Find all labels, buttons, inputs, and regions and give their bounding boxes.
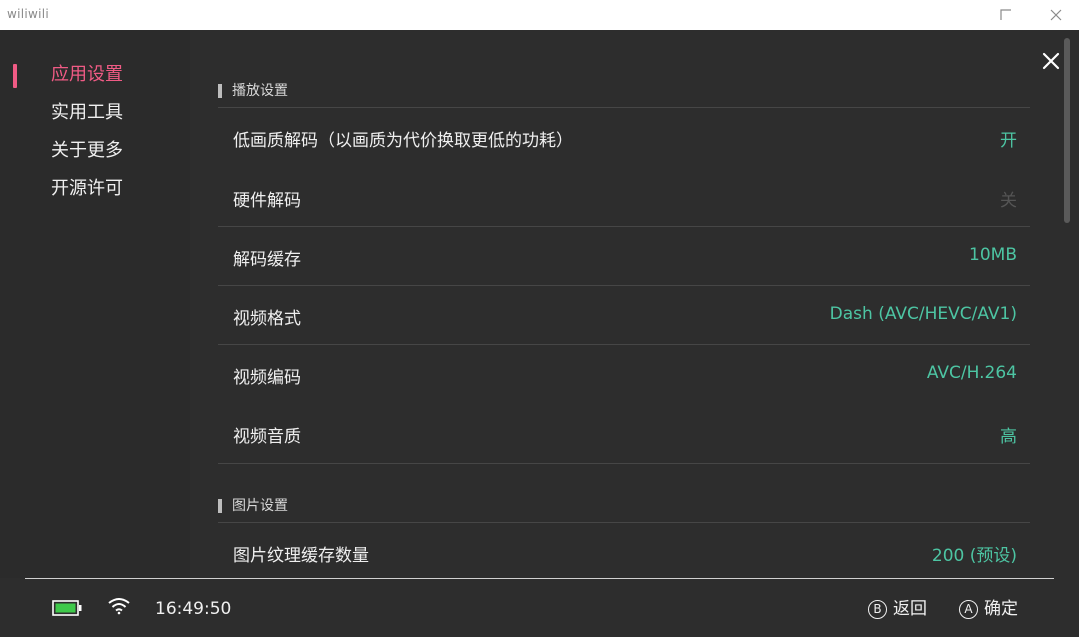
maximize-icon[interactable]	[996, 5, 1016, 25]
window-close-icon[interactable]	[1046, 5, 1066, 25]
setting-label: 低画质解码（以画质为代价换取更低的功耗）	[233, 131, 573, 151]
divider	[218, 463, 1030, 464]
footer: 16:49:50 B 返回 A 确定	[0, 579, 1079, 637]
setting-value: 200 (预设)	[931, 546, 1017, 566]
setting-row-video-codec[interactable]: 视频编码 AVC/H.264	[218, 345, 1030, 403]
setting-value: 关	[1000, 191, 1017, 211]
section-marker	[218, 499, 222, 513]
section-title: 播放设置	[232, 83, 288, 99]
setting-row-decode-cache[interactable]: 解码缓存 10MB	[218, 227, 1030, 285]
setting-value: 10MB	[969, 245, 1017, 265]
setting-row-low-quality-decode[interactable]: 低画质解码（以画质为代价换取更低的功耗） 开	[218, 108, 1030, 166]
scrollbar[interactable]	[1064, 38, 1070, 223]
window-title: wiliwili	[7, 7, 50, 21]
confirm-hint-button[interactable]: A 确定	[959, 598, 1018, 620]
setting-label: 视频编码	[233, 368, 301, 388]
app-window: 应用设置 实用工具 关于更多 开源许可 播放设置 低画质解码（以画质为代价换取更…	[0, 30, 1079, 637]
b-button-glyph: B	[868, 599, 887, 619]
clock: 16:49:50	[155, 599, 232, 619]
setting-value: Dash (AVC/HEVC/AV1)	[829, 304, 1017, 324]
confirm-label: 确定	[984, 599, 1018, 619]
sidebar-item-licenses[interactable]: 开源许可	[51, 176, 123, 202]
sidebar-item-about[interactable]: 关于更多	[51, 138, 123, 164]
back-label: 返回	[893, 599, 927, 619]
setting-value: 开	[1000, 131, 1017, 151]
sidebar-item-tools[interactable]: 实用工具	[51, 100, 123, 126]
setting-row-texture-cache[interactable]: 图片纹理缓存数量 200 (预设)	[218, 523, 1030, 578]
a-button-glyph: A	[959, 599, 978, 619]
setting-label: 硬件解码	[233, 191, 301, 211]
setting-label: 视频格式	[233, 309, 301, 329]
setting-label: 图片纹理缓存数量	[233, 546, 369, 566]
sidebar-active-indicator	[13, 64, 17, 88]
settings-content: 播放设置 低画质解码（以画质为代价换取更低的功耗） 开 硬件解码 关 解码缓存 …	[218, 30, 1030, 578]
wifi-icon	[108, 598, 130, 615]
section-title: 图片设置	[232, 498, 288, 514]
sidebar: 应用设置 实用工具 关于更多 开源许可	[0, 30, 190, 578]
window-titlebar: wiliwili	[0, 0, 1079, 30]
setting-label: 解码缓存	[233, 250, 301, 270]
setting-row-audio-quality[interactable]: 视频音质 高	[218, 404, 1030, 462]
setting-value: AVC/H.264	[926, 363, 1017, 383]
sidebar-item-app-settings[interactable]: 应用设置	[51, 62, 123, 88]
setting-value: 高	[1000, 427, 1017, 447]
setting-row-hardware-decode[interactable]: 硬件解码 关	[218, 168, 1030, 226]
close-icon[interactable]	[1040, 50, 1062, 72]
setting-label: 视频音质	[233, 427, 301, 447]
back-hint-button[interactable]: B 返回	[868, 598, 927, 620]
setting-row-video-format[interactable]: 视频格式 Dash (AVC/HEVC/AV1)	[218, 286, 1030, 344]
section-marker	[218, 84, 222, 98]
battery-icon	[52, 600, 82, 616]
